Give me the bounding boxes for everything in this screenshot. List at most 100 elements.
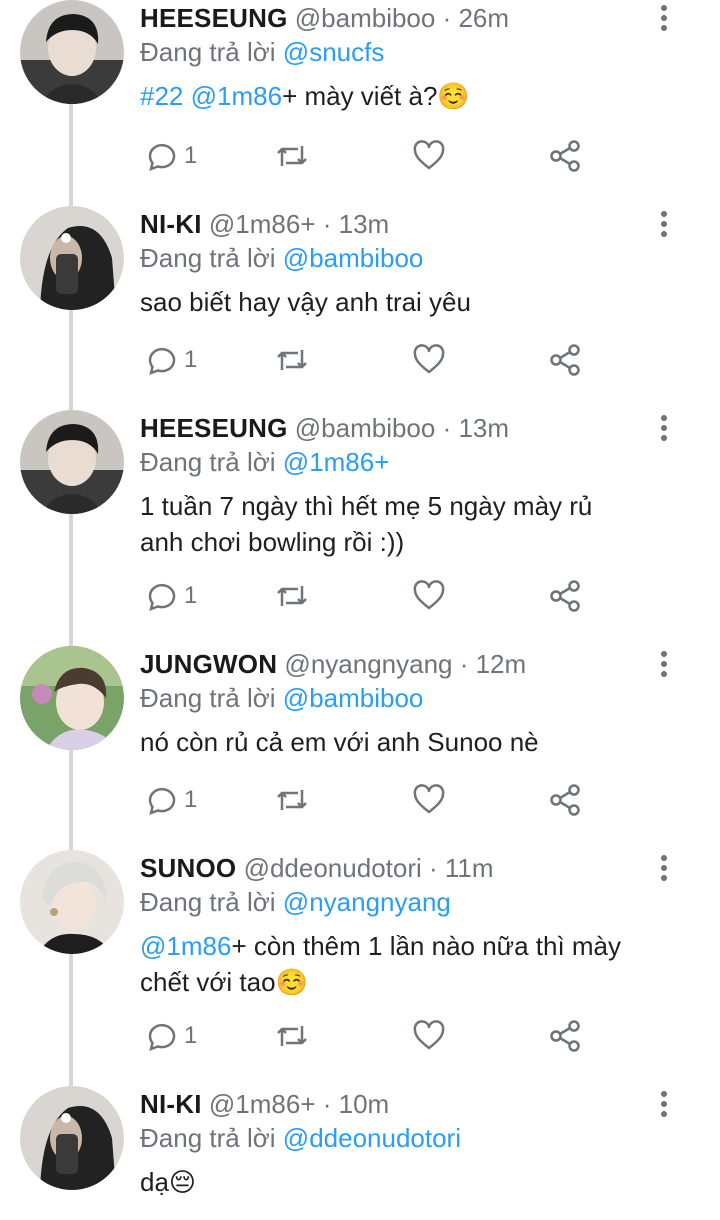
share-button[interactable] — [548, 1016, 582, 1056]
tweet-actions: 1 — [140, 1016, 600, 1056]
heart-icon — [412, 344, 446, 376]
mention-link[interactable]: @1m86 — [191, 81, 282, 111]
reply-prefix: Đang trả lời — [140, 447, 276, 477]
reply-count: 1 — [184, 786, 198, 813]
tweet-text: #22 @1m86+ mày viết à?☺️ — [140, 78, 680, 114]
tweet-text: nó còn rủ cả em với anh Sunoo nè — [140, 727, 539, 757]
share-icon — [548, 783, 582, 817]
share-icon — [548, 579, 582, 613]
reply-to-mention[interactable]: @bambiboo — [283, 243, 424, 273]
share-icon — [548, 139, 582, 173]
reply-to-mention[interactable]: @snucfs — [283, 37, 385, 67]
reply-context: Đang trả lời @bambiboo — [140, 242, 423, 274]
more-vertical-icon[interactable] — [652, 648, 676, 680]
retweet-button[interactable] — [274, 576, 310, 616]
share-icon — [548, 343, 582, 377]
like-button[interactable] — [412, 136, 446, 176]
like-button[interactable] — [412, 780, 446, 820]
like-button[interactable] — [412, 576, 446, 616]
avatar[interactable] — [20, 0, 124, 104]
handle-and-time[interactable]: @1m86+ · 10m — [209, 1089, 389, 1119]
retweet-button[interactable] — [274, 340, 310, 380]
reply-to-mention[interactable]: @ddeonudotori — [283, 1123, 461, 1153]
tweet-text: dạ😔 — [140, 1167, 197, 1197]
retweet-button[interactable] — [274, 136, 310, 176]
like-button[interactable] — [412, 340, 446, 380]
tweet-actions: 1 — [140, 136, 600, 176]
reply-button[interactable]: 1 — [144, 576, 197, 616]
retweet-button[interactable] — [274, 1016, 310, 1056]
tweet-actions: 1 — [140, 780, 600, 820]
display-name[interactable]: JUNGWON — [140, 649, 277, 679]
tweet-header: NI-KI @1m86+ · 10m — [140, 1088, 389, 1120]
reply-to-mention[interactable]: @1m86+ — [283, 447, 390, 477]
retweet-button[interactable] — [274, 780, 310, 820]
avatar[interactable] — [20, 206, 124, 310]
share-icon — [548, 1019, 582, 1053]
avatar[interactable] — [20, 850, 124, 954]
mention-link[interactable]: @1m86 — [140, 931, 231, 961]
reply-button[interactable]: 1 — [144, 1016, 197, 1056]
like-button[interactable] — [412, 1016, 446, 1056]
tweet-header: JUNGWON @nyangnyang · 12m — [140, 648, 526, 680]
display-name[interactable]: SUNOO — [140, 853, 236, 883]
display-name[interactable]: HEESEUNG — [140, 3, 288, 33]
reply-context: Đang trả lời @1m86+ — [140, 446, 389, 478]
tweet-text: @1m86+ còn thêm 1 lần nào nữa thì mày ch… — [140, 928, 680, 1000]
reply-prefix: Đang trả lời — [140, 1123, 276, 1153]
display-name[interactable]: NI-KI — [140, 209, 202, 239]
tweet-text-line: chết với tao☺️ — [140, 967, 308, 997]
retweet-icon — [274, 140, 310, 172]
handle-and-time[interactable]: @bambiboo · 13m — [295, 413, 509, 443]
more-vertical-icon[interactable] — [652, 208, 676, 240]
reply-context: Đang trả lời @ddeonudotori — [140, 1122, 461, 1154]
tweet-text-rest: + còn thêm 1 lần nào nữa thì mày — [231, 931, 622, 961]
more-vertical-icon[interactable] — [652, 1088, 676, 1120]
avatar[interactable] — [20, 1086, 124, 1190]
more-vertical-icon[interactable] — [652, 2, 676, 34]
handle-and-time[interactable]: @ddeonudotori · 11m — [244, 853, 494, 883]
reply-context: Đang trả lời @bambiboo — [140, 682, 423, 714]
reply-count: 1 — [184, 582, 198, 609]
share-button[interactable] — [548, 780, 582, 820]
tweet-header: NI-KI @1m86+ · 13m — [140, 208, 389, 240]
display-name[interactable]: NI-KI — [140, 1089, 202, 1119]
reply-button[interactable]: 1 — [144, 780, 197, 820]
reply-button[interactable]: 1 — [144, 340, 197, 380]
more-vertical-icon[interactable] — [652, 852, 676, 884]
display-name[interactable]: HEESEUNG — [140, 413, 288, 443]
heart-icon — [412, 784, 446, 816]
share-button[interactable] — [548, 576, 582, 616]
reply-count: 1 — [184, 1022, 198, 1049]
avatar[interactable] — [20, 646, 124, 750]
tweet-text-line: anh chơi bowling rồi :)) — [140, 527, 405, 557]
handle-and-time[interactable]: @nyangnyang · 12m — [284, 649, 526, 679]
reply-to-mention[interactable]: @bambiboo — [283, 683, 424, 713]
reply-prefix: Đang trả lời — [140, 37, 276, 67]
reply-prefix: Đang trả lời — [140, 887, 276, 917]
tweet-text-line: @1m86+ còn thêm 1 lần nào nữa thì mày — [140, 928, 680, 964]
retweet-icon — [274, 344, 310, 376]
heart-icon — [412, 1020, 446, 1052]
avatar[interactable] — [20, 410, 124, 514]
share-button[interactable] — [548, 136, 582, 176]
tweet-header: SUNOO @ddeonudotori · 11m — [140, 852, 494, 884]
reply-bubble-icon — [144, 784, 176, 816]
reply-prefix: Đang trả lời — [140, 243, 276, 273]
share-button[interactable] — [548, 340, 582, 380]
retweet-icon — [274, 784, 310, 816]
more-vertical-icon[interactable] — [652, 412, 676, 444]
tweet-text: sao biết hay vậy anh trai yêu — [140, 287, 471, 317]
retweet-icon — [274, 580, 310, 612]
reply-prefix: Đang trả lời — [140, 683, 276, 713]
hashtag-link[interactable]: #22 — [140, 81, 183, 111]
handle-and-time[interactable]: @bambiboo · 26m — [295, 3, 509, 33]
tweet-text-line: 1 tuần 7 ngày thì hết mẹ 5 ngày mày rủ — [140, 491, 593, 521]
reply-to-mention[interactable]: @nyangnyang — [283, 887, 451, 917]
reply-context: Đang trả lời @snucfs — [140, 36, 384, 68]
handle-and-time[interactable]: @1m86+ · 13m — [209, 209, 389, 239]
retweet-icon — [274, 1020, 310, 1052]
reply-count: 1 — [184, 142, 198, 169]
reply-button[interactable]: 1 — [144, 136, 197, 176]
reply-bubble-icon — [144, 344, 176, 376]
